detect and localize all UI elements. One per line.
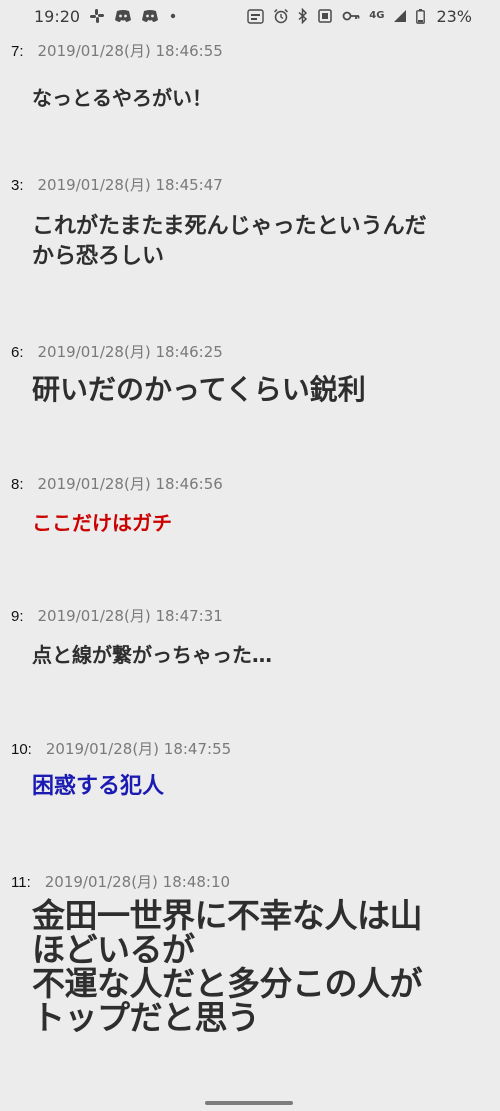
post-body: ここだけはガチ xyxy=(32,511,172,535)
post-date: 2019/01/28(月) 18:47:31 xyxy=(37,607,223,625)
nfc-auto-icon xyxy=(247,8,264,24)
signal-icon xyxy=(393,9,407,23)
post-body: 困惑する犯人 xyxy=(32,774,165,799)
status-bar: 19:20 4G 23% xyxy=(0,0,500,32)
post-body: なっとるやろがい！ xyxy=(32,86,212,110)
status-right: 4G 23% xyxy=(247,7,472,26)
post-body: これがたまたま死んじゃったというんだ から恐ろしい xyxy=(32,214,427,269)
post-number[interactable]: 11: xyxy=(11,874,31,891)
status-time: 19:20 xyxy=(34,6,81,26)
dot-icon xyxy=(168,11,178,21)
post-date: 2019/01/28(月) 18:46:55 xyxy=(37,42,223,60)
post-header: 11: 2019/01/28(月) 18:48:10 xyxy=(11,871,230,892)
network-4g-icon: 4G xyxy=(369,10,385,21)
home-indicator[interactable] xyxy=(205,1101,293,1105)
post-header: 3: 2019/01/28(月) 18:45:47 xyxy=(11,174,223,195)
post-date: 2019/01/28(月) 18:45:47 xyxy=(37,176,223,194)
post-number[interactable]: 3: xyxy=(11,177,24,194)
post-body: 研いだのかってくらい鋭利 xyxy=(32,373,366,406)
post-number[interactable]: 9: xyxy=(11,608,24,625)
battery-percent: 23% xyxy=(436,6,472,26)
discord-icon xyxy=(141,9,159,23)
post-header: 7: 2019/01/28(月) 18:46:55 xyxy=(11,40,223,61)
status-left: 19:20 xyxy=(34,7,178,26)
alarm-icon xyxy=(273,8,289,24)
post-number[interactable]: 10: xyxy=(11,741,32,758)
post-body: 点と線が繋がっちゃった… xyxy=(32,643,272,667)
post-header: 9: 2019/01/28(月) 18:47:31 xyxy=(11,605,223,626)
post-date: 2019/01/28(月) 18:46:56 xyxy=(37,475,223,493)
key-icon xyxy=(342,10,360,22)
vibrate-icon xyxy=(317,8,333,24)
post-header: 10: 2019/01/28(月) 18:47:55 xyxy=(11,738,231,759)
post-number[interactable]: 7: xyxy=(11,43,24,60)
slack-icon xyxy=(89,8,105,24)
battery-icon xyxy=(416,8,426,24)
post-number[interactable]: 6: xyxy=(11,344,24,361)
post-date: 2019/01/28(月) 18:46:25 xyxy=(37,343,223,361)
bluetooth-icon xyxy=(298,8,308,24)
post-number[interactable]: 8: xyxy=(11,476,24,493)
post-header: 8: 2019/01/28(月) 18:46:56 xyxy=(11,473,223,494)
screen: 19:20 4G 23% 7: 2019/01/28(月) 18:46:55 な… xyxy=(0,0,500,1111)
post-header: 6: 2019/01/28(月) 18:46:25 xyxy=(11,341,223,362)
post-date: 2019/01/28(月) 18:48:10 xyxy=(44,873,231,891)
post-date: 2019/01/28(月) 18:47:55 xyxy=(45,740,232,758)
discord-icon xyxy=(114,9,132,23)
post-body: 金田一世界に不幸な人は山 ほどいるが 不運な人だと多分この人が トップだと思う xyxy=(32,896,423,1037)
